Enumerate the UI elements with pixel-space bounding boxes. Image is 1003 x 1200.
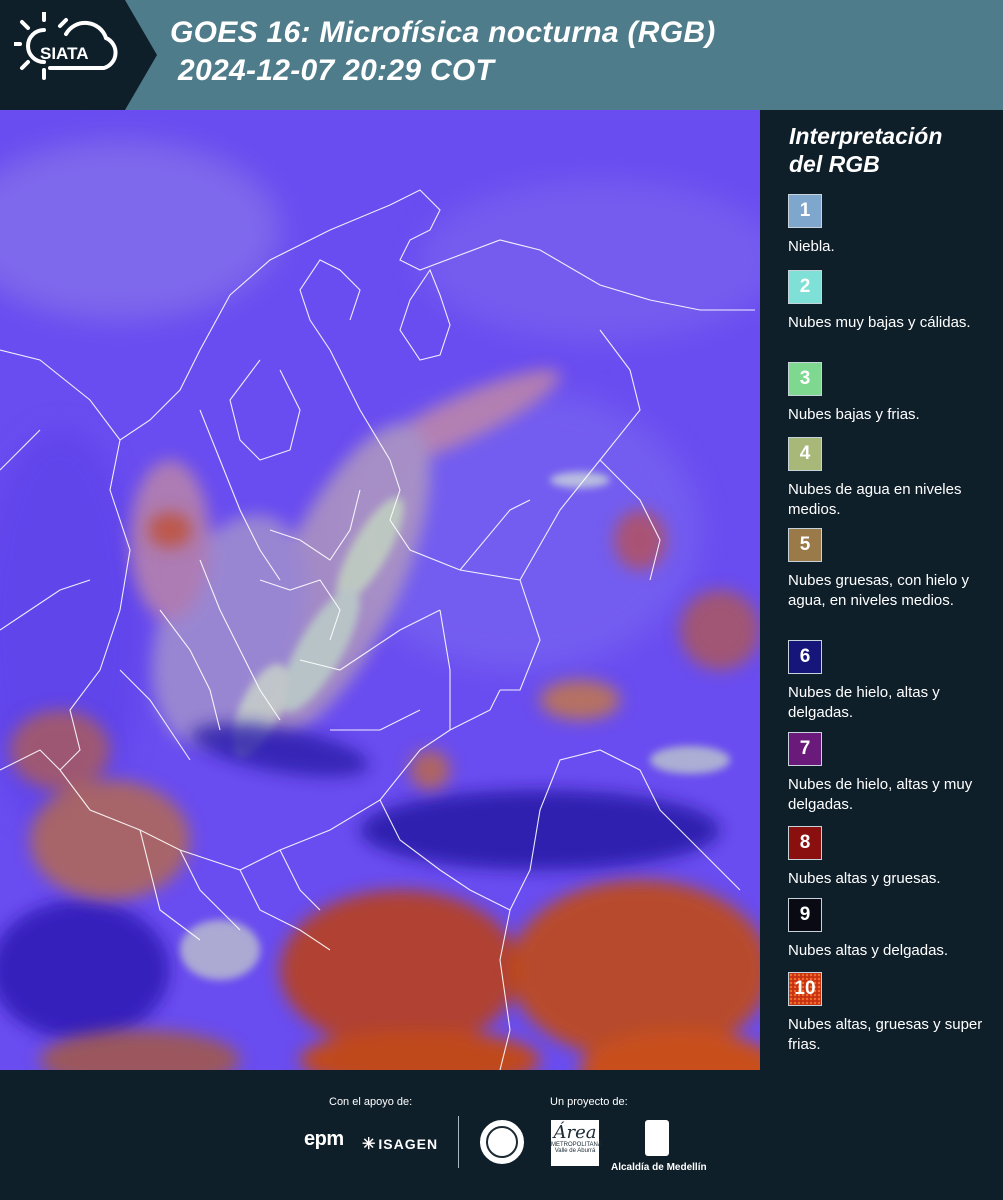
legend-swatch: 3 <box>788 362 822 396</box>
title-datetime: 2024-12-07 20:29 COT <box>178 54 495 87</box>
title-product: GOES 16: Microfísica nocturna (RGB) <box>170 16 716 49</box>
legend-swatch: 9 <box>788 898 822 932</box>
support-label: Con el apoyo de: <box>329 1096 413 1108</box>
legend-swatch: 4 <box>788 437 822 471</box>
satellite-map <box>0 110 760 1070</box>
footer: Con el apoyo de: Un proyecto de: epm ✳ IS… <box>0 1070 1003 1200</box>
legend-swatch: 1 <box>788 194 822 228</box>
legend-label: Niebla. <box>788 238 835 255</box>
legend-title-line2: del RGB <box>789 151 880 177</box>
legend-item: 9 Nubes altas y delgadas. <box>788 898 1000 961</box>
legend-swatch: 2 <box>788 270 822 304</box>
rgb-legend: Interpretación del RGB 1 Niebla. 2 Nubes… <box>760 110 1003 1070</box>
legend-item: 8 Nubes altas y gruesas. <box>788 826 1000 889</box>
legend-label: Nubes de hielo, altas y delgadas. <box>788 684 940 721</box>
legend-item: 5 Nubes gruesas, con hielo y agua, en ni… <box>788 528 1000 611</box>
siata-logo: SIATA <box>0 0 125 110</box>
legend-title: Interpretación del RGB <box>789 122 999 178</box>
legend-label: Nubes muy bajas y cálidas. <box>788 314 971 331</box>
area-logo-line2: Valle de Aburrá <box>554 1148 596 1154</box>
isagen-logo: ✳ ISAGEN <box>362 1134 438 1154</box>
seal-inner-ring <box>486 1126 518 1158</box>
area-metropolitana-logo: Área METROPOLITANA Valle de Aburrá <box>551 1120 602 1166</box>
legend-title-line1: Interpretación <box>789 123 943 149</box>
legend-item: 2 Nubes muy bajas y cálidas. <box>788 270 1000 333</box>
legend-label: Nubes gruesas, con hielo y agua, en nive… <box>788 572 969 609</box>
footer-divider <box>458 1116 459 1168</box>
legend-label: Nubes de agua en niveles medios. <box>788 481 962 518</box>
isagen-text: ISAGEN <box>378 1136 439 1152</box>
legend-swatch: 10 <box>788 972 822 1006</box>
university-seal-icon <box>478 1118 526 1166</box>
legend-label: Nubes altas y delgadas. <box>788 942 949 959</box>
legend-label: Nubes bajas y frias. <box>788 406 920 423</box>
alcaldia-label: Alcaldía de Medellín <box>611 1162 707 1173</box>
legend-swatch: 7 <box>788 732 822 766</box>
isagen-mark-icon: ✳ <box>362 1136 377 1153</box>
legend-item: 10 Nubes altas, gruesas y super frias. <box>788 972 1000 1055</box>
project-label: Un proyecto de: <box>550 1096 628 1108</box>
legend-swatch: 8 <box>788 826 822 860</box>
satellite-image <box>0 110 760 1070</box>
legend-item: 1 Niebla. <box>788 194 1000 257</box>
legend-item: 7 Nubes de hielo, altas y muy delgadas. <box>788 732 1000 815</box>
area-logo-big: Área <box>553 1122 597 1143</box>
alcaldia-shield-icon <box>645 1120 669 1156</box>
legend-swatch: 6 <box>788 640 822 674</box>
epm-logo: epm <box>304 1128 344 1150</box>
legend-item: 4 Nubes de agua en niveles medios. <box>788 437 1000 520</box>
logo-chevron <box>125 0 157 110</box>
legend-label: Nubes altas, gruesas y super frias. <box>788 1016 983 1053</box>
legend-item: 6 Nubes de hielo, altas y delgadas. <box>788 640 1000 723</box>
legend-swatch: 5 <box>788 528 822 562</box>
legend-item: 3 Nubes bajas y frias. <box>788 362 1000 425</box>
legend-label: Nubes de hielo, altas y muy delgadas. <box>788 776 973 813</box>
legend-label: Nubes altas y gruesas. <box>788 870 941 887</box>
siata-logo-text: SIATA <box>40 44 89 63</box>
header-bar: SIATA GOES 16: Microfísica nocturna (RGB… <box>0 0 1003 110</box>
